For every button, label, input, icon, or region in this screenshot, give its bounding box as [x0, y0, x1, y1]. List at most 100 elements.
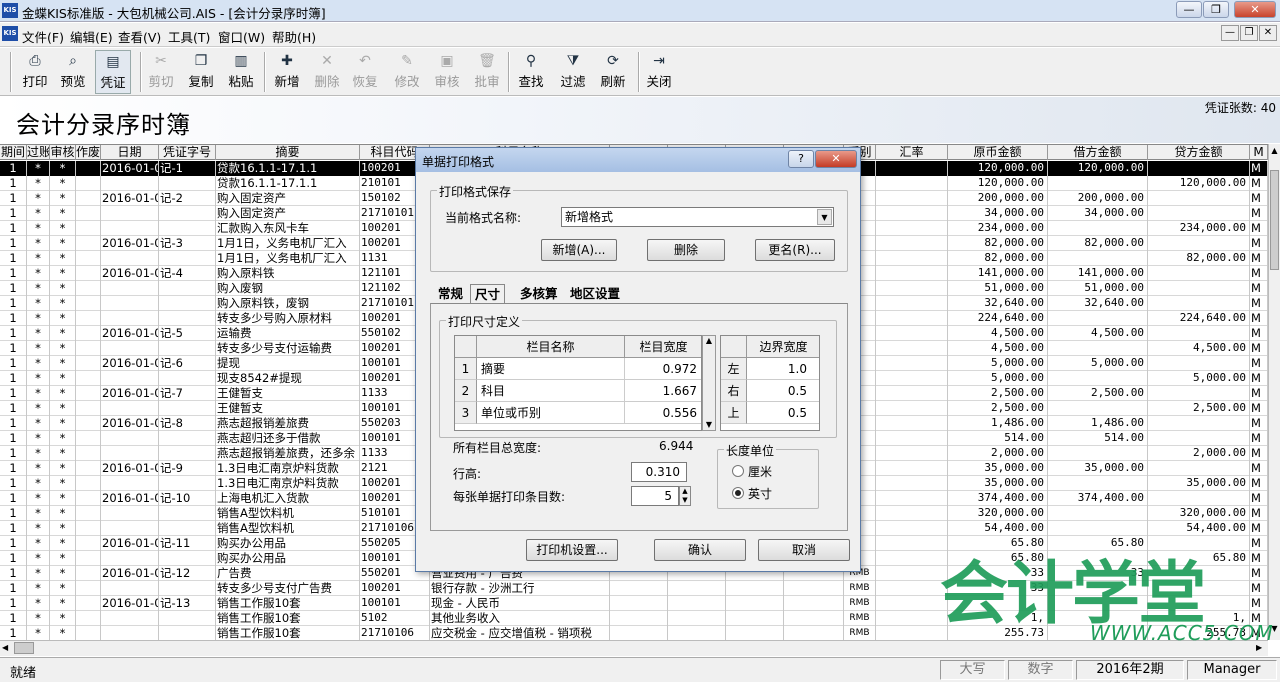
column-width-table[interactable]: 栏目名称 栏目宽度 1 摘要 0.972 2 科目 1.667 3 单位或币别 0.556	[454, 335, 702, 431]
rename-format-button[interactable]: 更名(R)...	[755, 239, 835, 261]
column-header[interactable]: 摘要	[216, 145, 360, 160]
tab-2[interactable]: 多核算	[516, 284, 562, 304]
entries-per-voucher-input[interactable]: 5	[631, 486, 679, 506]
column-header[interactable]: 汇率	[876, 145, 948, 160]
unit-cm-radio[interactable]	[732, 465, 744, 477]
col-row-width[interactable]: 0.972	[625, 358, 701, 380]
toolbar-button-0[interactable]: ⎙ 打印	[20, 50, 50, 94]
margin-value[interactable]: 0.5	[747, 380, 819, 402]
cell-orig: 514.00	[948, 431, 1048, 446]
cell-debit	[1048, 476, 1148, 491]
toolbar-button-15[interactable]: ⇥ 关闭	[644, 50, 674, 94]
column-header[interactable]: 期间	[0, 145, 27, 160]
toolbar: ⎙ 打印 ⌕ 预览 ▤ 凭证 ✂ 剪切 ❐ 复制 ▥ 粘贴 ✚ 新增 ✕ 删除 ↶ 恢复 ✎ 修改 ▣ 审核 🗑 批审 ⚲ 查找 ⧩…	[0, 48, 1280, 96]
mdi-minimize-button[interactable]: —	[1221, 25, 1239, 41]
printer-setup-button[interactable]: 打印机设置...	[526, 539, 618, 561]
cell-credit	[1148, 536, 1250, 551]
column-header[interactable]: 贷方金额	[1148, 145, 1250, 160]
toolbar-button-2[interactable]: ▤ 凭证	[95, 50, 131, 94]
entries-spinner[interactable]: ▲ ▼	[679, 486, 691, 506]
toolbar-separator	[264, 52, 266, 92]
row-height-input[interactable]: 0.310	[631, 462, 687, 482]
menu-5[interactable]: 帮助(H)	[272, 27, 316, 46]
cell-m: M	[1250, 161, 1268, 176]
menu-1[interactable]: 编辑(E)	[70, 27, 113, 46]
toolbar-button-13[interactable]: ⧩ 过滤	[558, 50, 588, 94]
close-button[interactable]: ✕	[1234, 1, 1276, 18]
cell-no	[159, 176, 216, 191]
column-header[interactable]: 作废	[76, 145, 101, 160]
toolbar-button-6[interactable]: ✚ 新增	[272, 50, 302, 94]
chevron-down-icon[interactable]: ▼	[817, 209, 832, 225]
col-row-width[interactable]: 1.667	[625, 380, 701, 402]
col-row-name[interactable]: 单位或币别	[477, 402, 625, 424]
minimize-button[interactable]: —	[1176, 1, 1202, 18]
column-header[interactable]: 日期	[101, 145, 159, 160]
cancel-button[interactable]: 取消	[758, 539, 850, 561]
col-row-name[interactable]: 摘要	[477, 358, 625, 380]
mdi-close-button[interactable]: ✕	[1259, 25, 1277, 41]
toolbar-button-12[interactable]: ⚲ 查找	[516, 50, 546, 94]
col-row-name[interactable]: 科目	[477, 380, 625, 402]
maximize-button[interactable]: ❐	[1203, 1, 1229, 18]
toolbar-label: 复制	[188, 74, 214, 89]
new-format-button[interactable]: 新增(A)...	[541, 239, 617, 261]
cell-rate	[876, 566, 948, 581]
column-header[interactable]: 审核	[50, 145, 76, 160]
mdi-restore-button[interactable]: ❐	[1240, 25, 1258, 41]
scroll-thumb[interactable]	[1270, 170, 1279, 270]
menu-4[interactable]: 窗口(W)	[218, 27, 265, 46]
column-header[interactable]: 原币金额	[948, 145, 1048, 160]
ok-button[interactable]: 确认	[654, 539, 746, 561]
col-row-width[interactable]: 0.556	[625, 402, 701, 424]
menu-2[interactable]: 查看(V)	[118, 27, 161, 46]
delete-format-button[interactable]: 删除	[647, 239, 725, 261]
menu-0[interactable]: 文件(F)	[22, 27, 64, 46]
cell-code: 21710106	[360, 626, 430, 640]
toolbar-button-5[interactable]: ▥ 粘贴	[226, 50, 256, 94]
column-header[interactable]: 过账	[27, 145, 50, 160]
menu-3[interactable]: 工具(T)	[168, 27, 210, 46]
cell-no	[159, 341, 216, 356]
margin-value[interactable]: 0.5	[747, 402, 819, 424]
toolbar-button-4[interactable]: ❐ 复制	[186, 50, 216, 94]
dialog-help-button[interactable]: ?	[788, 150, 814, 168]
column-header[interactable]: 凭证字号	[159, 145, 216, 160]
cell-date: 2016-01-0	[102, 191, 159, 206]
cell-m: M	[1250, 461, 1268, 476]
col-table-header: 栏目宽度	[625, 336, 701, 358]
toolbar-button-14[interactable]: ⟳ 刷新	[598, 50, 628, 94]
toolbar-button-1[interactable]: ⌕ 预览	[58, 50, 88, 94]
margin-width-table[interactable]: 边界宽度左 1.0 右 0.5 上 0.5	[720, 335, 820, 431]
tab-0[interactable]: 常规	[434, 284, 467, 304]
cell-no	[159, 401, 216, 416]
cut-icon: ✂	[155, 53, 167, 69]
cell-rate	[876, 191, 948, 206]
column-header[interactable]: 借方金额	[1048, 145, 1148, 160]
margin-value[interactable]: 1.0	[747, 358, 819, 380]
tab-3[interactable]: 地区设置	[566, 284, 624, 304]
cell-summary: 1.3日电汇南京炉料货款	[216, 461, 360, 476]
cell-gz: *	[27, 581, 50, 596]
cell-date	[101, 401, 159, 416]
cell-zf	[76, 371, 101, 386]
cell-no: 记-2	[159, 191, 216, 206]
scroll-left-icon[interactable]: ◀	[2, 643, 8, 652]
unit-inch-radio[interactable]	[732, 487, 744, 499]
dialog-close-button[interactable]: ✕	[815, 150, 857, 168]
cell-credit	[1148, 431, 1250, 446]
format-name-select[interactable]: 新增格式 ▼	[561, 207, 834, 227]
dialog-title-bar[interactable]: 单据打印格式 ? ✕	[416, 148, 860, 172]
cell-orig: 51,000.00	[948, 281, 1048, 296]
scroll-up-icon[interactable]: ▲	[703, 336, 715, 345]
column-header[interactable]: M	[1250, 145, 1268, 160]
tab-1[interactable]: 尺寸	[470, 284, 506, 304]
scroll-up-icon[interactable]: ▲	[1270, 146, 1279, 156]
cell-m: M	[1250, 281, 1268, 296]
scroll-down-icon[interactable]: ▼	[703, 420, 715, 429]
column-table-scrollbar[interactable]: ▲ ▼	[702, 335, 716, 431]
hscroll-thumb[interactable]	[14, 642, 34, 654]
cell-gz: *	[27, 431, 50, 446]
user-indicator: Manager	[1187, 660, 1277, 680]
cell-code: 5102	[360, 611, 430, 626]
